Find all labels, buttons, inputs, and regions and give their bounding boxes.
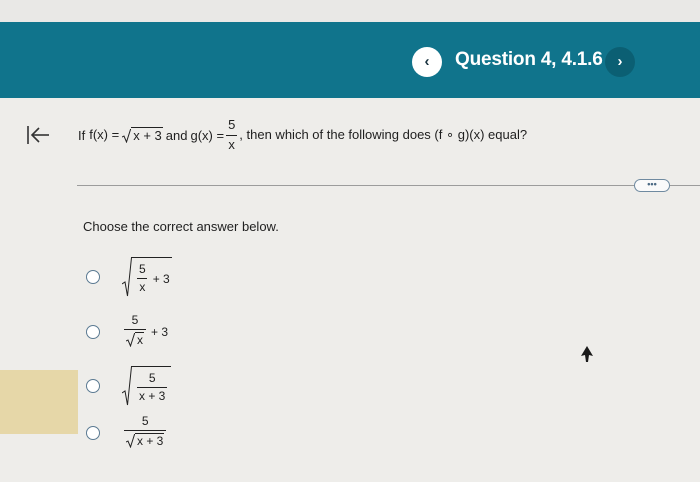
radio-button-a[interactable] xyxy=(86,270,100,284)
option-d-expression: 5 x + 3 xyxy=(124,414,167,451)
option-b-radicand: x xyxy=(135,332,144,348)
option-b-expression: 5 x + 3 xyxy=(122,313,169,350)
radio-button-c[interactable] xyxy=(86,379,100,393)
sqrt-sign-icon xyxy=(122,366,132,406)
sqrt-sign-icon xyxy=(122,257,132,297)
question-tail: , then which of the following does (f ∘ … xyxy=(239,127,528,142)
previous-question-button[interactable]: ‹ xyxy=(412,47,442,77)
option-b-numerator: 5 xyxy=(131,313,139,327)
top-strip xyxy=(0,0,700,22)
option-a-expression: 5 x + 3 xyxy=(122,257,172,297)
chevron-left-icon: ‹ xyxy=(424,53,430,70)
option-b-denominator: x xyxy=(124,329,146,350)
mouse-pointer-icon xyxy=(581,346,593,362)
question-intro: If xyxy=(78,127,86,143)
option-a-plus: + 3 xyxy=(152,271,170,286)
option-a-denominator: x xyxy=(137,278,148,294)
g-lhs: g(x) = xyxy=(190,127,225,143)
option-b-fraction: 5 x xyxy=(124,313,146,350)
f-lhs: f(x) = xyxy=(89,127,120,143)
sqrt-sign-icon xyxy=(126,332,135,347)
question-title: Question 4, 4.1.6 xyxy=(455,49,603,70)
option-c-fraction: 5 x + 3 xyxy=(137,370,168,403)
answer-option-a[interactable]: 5 x + 3 xyxy=(86,257,172,297)
sqrt-sign-icon xyxy=(122,128,132,143)
f-radicand: x + 3 xyxy=(131,127,163,144)
more-options-button[interactable]: ••• xyxy=(634,179,670,192)
next-question-button[interactable]: › xyxy=(605,47,635,77)
radio-button-d[interactable] xyxy=(86,425,100,440)
chevron-right-icon: › xyxy=(617,53,623,70)
option-c-numerator: 5 xyxy=(148,370,156,385)
sqrt-sign-icon xyxy=(126,433,135,448)
option-d-denominator: x + 3 xyxy=(124,430,167,451)
section-divider xyxy=(77,185,700,186)
left-highlight-band xyxy=(0,370,78,434)
f-definition: f(x) = x + 3 xyxy=(89,127,163,143)
option-b-plus: + 3 xyxy=(151,324,169,339)
option-c-denominator: x + 3 xyxy=(137,387,168,403)
instruction-text: Choose the correct answer below. xyxy=(83,219,279,234)
answer-option-d[interactable]: 5 x + 3 xyxy=(86,414,168,451)
option-c-expression: 5 x + 3 xyxy=(122,366,172,406)
option-d-radicand: x + 3 xyxy=(135,433,165,449)
f-sqrt: x + 3 xyxy=(122,127,163,143)
g-numerator: 5 xyxy=(228,117,236,133)
option-a-numerator: 5 xyxy=(139,261,146,276)
radio-button-b[interactable] xyxy=(86,324,100,339)
and-text: and xyxy=(165,127,188,143)
option-a-fraction: 5 x xyxy=(137,261,148,294)
answer-option-c[interactable]: 5 x + 3 xyxy=(86,366,172,406)
g-fraction: 5 x xyxy=(226,117,237,152)
question-text: If f(x) = x + 3 and g(x) = 5 x , then wh… xyxy=(78,113,527,157)
more-options-icon: ••• xyxy=(647,179,657,189)
option-d-numerator: 5 xyxy=(141,414,149,428)
answer-option-b[interactable]: 5 x + 3 xyxy=(86,313,169,350)
g-denominator: x xyxy=(226,134,237,152)
back-to-start-icon[interactable] xyxy=(26,124,50,146)
